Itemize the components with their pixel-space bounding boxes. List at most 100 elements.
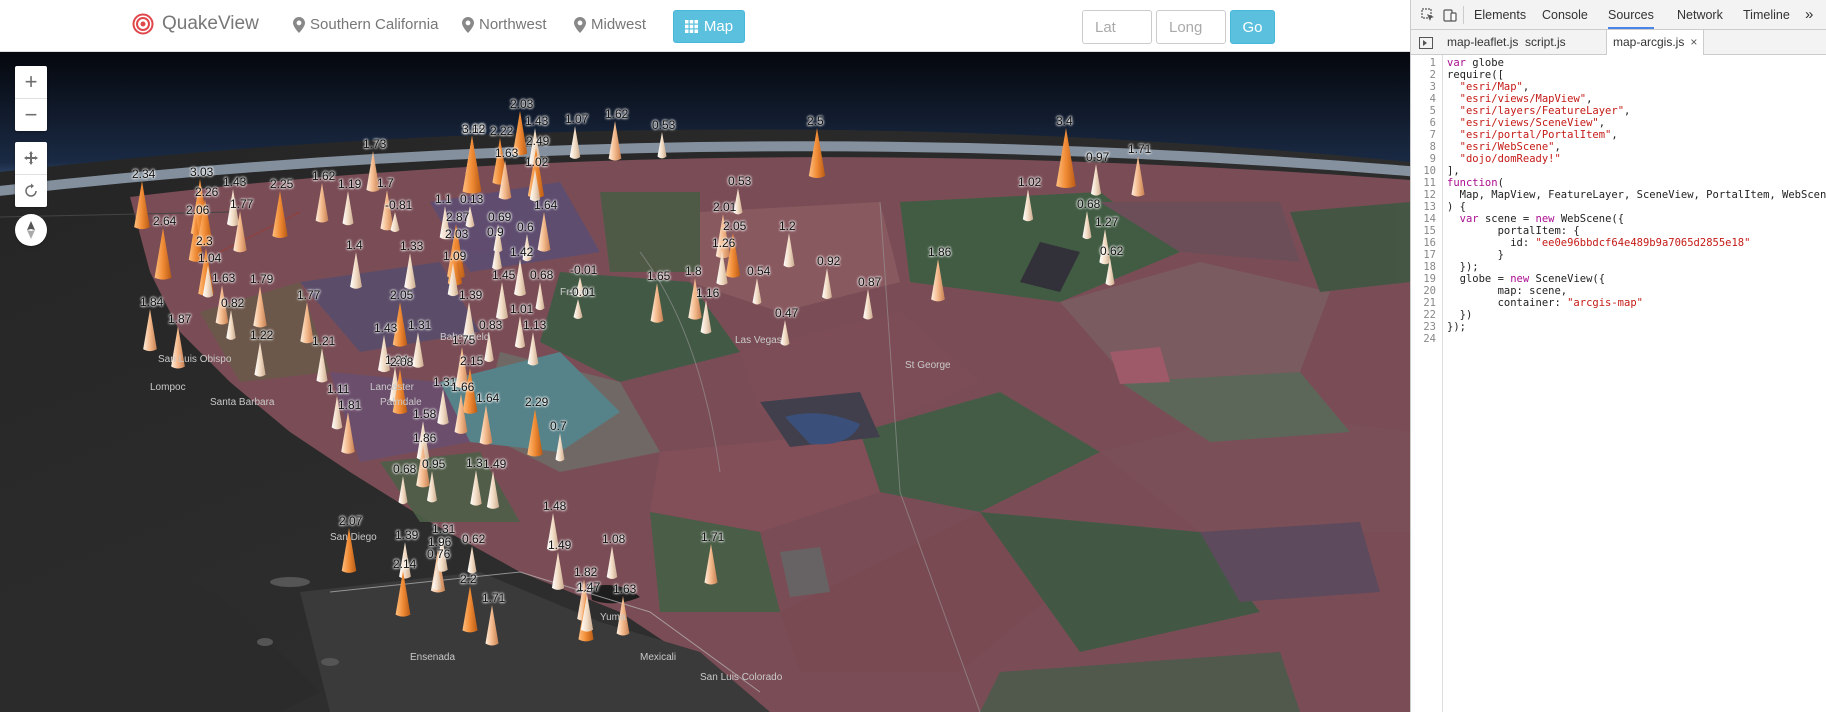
pan-arrows-icon (24, 151, 38, 165)
quake-magnitude-label: 1.42 (510, 245, 534, 259)
quake-magnitude-label: 3.4 (1056, 114, 1073, 128)
compass-button[interactable] (15, 214, 47, 246)
quake-magnitude-label: 0.95 (422, 457, 446, 471)
quake-magnitude-label: 1.04 (198, 251, 222, 265)
tab-console[interactable]: Console (1542, 0, 1588, 29)
quake-magnitude-label: 0.9 (487, 225, 504, 239)
line-number: 22 (1423, 309, 1436, 321)
rotate-icon (25, 183, 37, 197)
quake-magnitude-label: 0.82 (221, 296, 245, 310)
quake-magnitude-label: 1.33 (400, 239, 424, 253)
brand[interactable]: QuakeView (132, 13, 259, 35)
quake-magnitude-label: 0.7 (550, 419, 567, 433)
island (321, 658, 339, 666)
quake-magnitude-label: 1.79 (250, 272, 274, 286)
quake-magnitude-label: 1.22 (250, 328, 274, 342)
quake-magnitude-label: 1.63 (613, 582, 637, 596)
toolbar-divider (1463, 6, 1464, 24)
code-line: }); (1447, 321, 1466, 333)
quake-magnitude-label: 2.03 (445, 227, 469, 241)
map-button[interactable]: Map (673, 10, 745, 43)
quake-magnitude-label: 2.34 (132, 167, 156, 181)
long-input[interactable] (1156, 10, 1226, 44)
scene-view-map[interactable]: San Luis Obispo Lompoc Santa Barbara Lancas… (0, 52, 1410, 712)
code-line: function( (1447, 177, 1504, 189)
quake-magnitude-label: 0.69 (488, 210, 512, 224)
rotate-button[interactable] (15, 174, 47, 207)
code-line: "dojo/domReady!" (1459, 153, 1561, 165)
quake-magnitude-label: 2.03 (510, 97, 534, 111)
brand-name: QuakeView (162, 13, 259, 34)
tab-timeline[interactable]: Timeline (1743, 0, 1790, 29)
quake-magnitude-label: 1.01 (510, 302, 534, 316)
zoom-in-button[interactable]: + (15, 66, 47, 98)
quake-magnitude-label: 1.64 (534, 198, 558, 212)
quake-magnitude-label: 2.15 (460, 354, 484, 368)
map-button-label: Map (703, 18, 734, 35)
inspect-element-icon[interactable] (1419, 6, 1437, 24)
quake-magnitude-label: 2.07 (339, 514, 363, 528)
quake-magnitude-label: 1.02 (1018, 175, 1042, 189)
quake-magnitude-label: 2.49 (526, 134, 550, 148)
tab-sources[interactable]: Sources (1608, 0, 1654, 29)
line-number: 9 (1429, 153, 1436, 165)
quake-magnitude-label: 1.09 (443, 249, 467, 263)
line-number: 8 (1429, 141, 1436, 153)
zoom-out-button[interactable]: − (15, 98, 47, 131)
quakeview-app: QuakeView Southern California Northwest … (0, 0, 1410, 712)
quake-magnitude-label: 0.53 (728, 174, 752, 188)
quake-magnitude-label: 1.43 (525, 114, 549, 128)
globe-scene[interactable] (0, 52, 1410, 712)
quake-magnitude-label: 2.05 (723, 219, 747, 233)
quake-magnitude-label: 1.4 (346, 238, 363, 252)
code-line: } (1447, 249, 1504, 261)
nav-southern-california[interactable]: Southern California (293, 16, 438, 33)
line-number: 16 (1423, 237, 1436, 249)
line-number: 4 (1429, 93, 1436, 105)
quake-magnitude-label: 1.86 (928, 245, 952, 259)
zoom-control: + − (15, 66, 47, 131)
line-number: 1 (1429, 57, 1436, 69)
quake-magnitude-label: 1.08 (602, 532, 626, 546)
compass-icon (27, 221, 35, 239)
quake-magnitude-label: 1.47 (577, 580, 601, 594)
line-number: 21 (1423, 297, 1436, 309)
code-line: Map, MapView, FeatureLayer, SceneView, P… (1447, 189, 1826, 201)
file-tab-map-leaflet[interactable]: map-leaflet.js (1441, 30, 1524, 54)
quake-magnitude-label: 1.1 (435, 192, 452, 206)
quake-magnitude-label: 0.68 (530, 268, 554, 282)
quake-magnitude-label: 1.16 (696, 286, 720, 300)
toggle-navigator-icon[interactable] (1417, 34, 1435, 52)
code-line: portalItem: { (1447, 225, 1580, 237)
nav-northwest[interactable]: Northwest (462, 16, 547, 33)
code-line: }) (1447, 309, 1473, 321)
quake-magnitude-label: 1.77 (297, 288, 321, 302)
quake-magnitude-label: 2.22 (490, 124, 514, 138)
code-line: var scene = new WebScene({ (1459, 213, 1625, 225)
tab-network[interactable]: Network (1677, 0, 1723, 29)
quake-magnitude-label: 1.43 (374, 321, 398, 335)
line-number: 20 (1423, 285, 1436, 297)
map-marker-icon (574, 16, 586, 33)
quake-magnitude-label: 1.19 (338, 177, 362, 191)
line-number: 10 (1423, 165, 1436, 177)
lat-input[interactable] (1082, 10, 1152, 44)
tab-elements[interactable]: Elements (1474, 0, 1526, 29)
pan-button[interactable] (15, 142, 47, 174)
device-mode-icon[interactable] (1441, 6, 1459, 24)
code-line: "esri/WebScene", (1459, 141, 1561, 153)
line-number: 14 (1423, 213, 1436, 225)
place-label: Yuma (600, 612, 626, 623)
go-button[interactable]: Go (1230, 10, 1275, 44)
file-tab-script[interactable]: script.js (1519, 30, 1572, 54)
close-tab-icon[interactable]: × (1690, 35, 1697, 49)
nav-midwest[interactable]: Midwest (574, 16, 646, 33)
quake-magnitude-label: 0.83 (479, 318, 503, 332)
file-tab-map-arcgis[interactable]: map-arcgis.js × (1606, 30, 1705, 55)
quake-magnitude-label: 1.45 (492, 268, 516, 282)
code-editor[interactable]: 1 2 3 4 5 6 7 8 9 10 11 12 13 14 15 16 17 18 19 20 21 22 23 24 … (1411, 55, 1826, 712)
more-tabs-button[interactable]: » (1805, 0, 1813, 29)
quake-magnitude-label: 0.47 (775, 306, 799, 320)
quake-magnitude-label: 0.68 (393, 462, 417, 476)
quake-magnitude-label: 1.11 (327, 382, 350, 396)
